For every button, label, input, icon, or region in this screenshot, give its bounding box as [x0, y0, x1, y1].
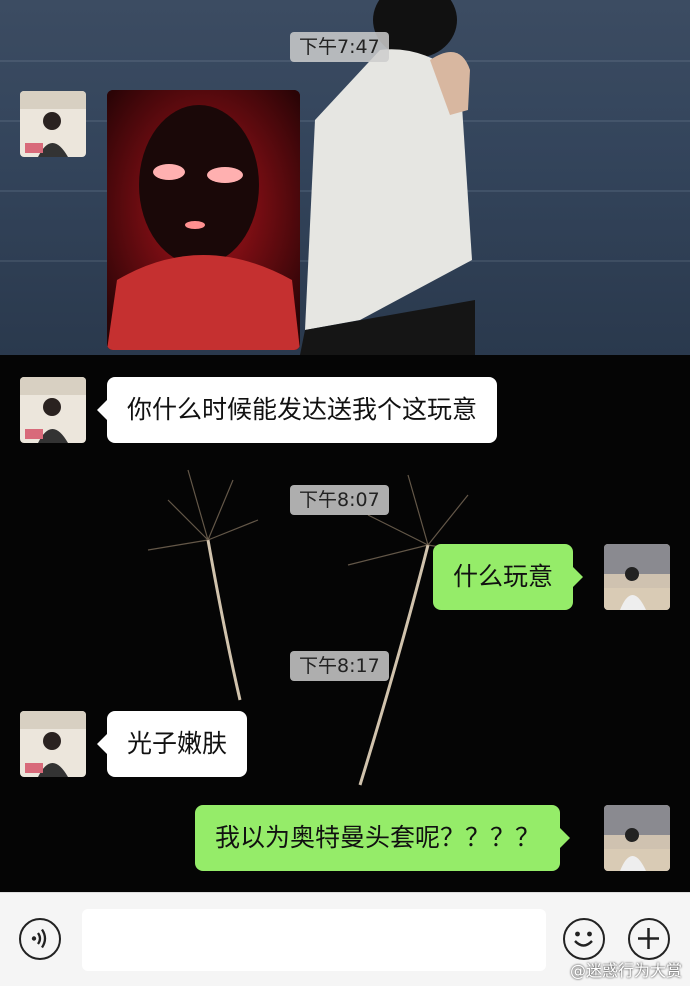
- watermark: @迷惑行为大赏: [569, 961, 682, 980]
- voice-icon: [31, 928, 47, 949]
- sent-message-bubble[interactable]: 我以为奥特曼头套呢？？？？: [195, 805, 571, 871]
- user-avatar-image: [604, 805, 670, 871]
- plus-icon: [638, 928, 659, 949]
- message-input[interactable]: [82, 909, 546, 971]
- image-message[interactable]: [107, 90, 300, 350]
- contact-avatar[interactable]: [20, 91, 86, 157]
- user-avatar[interactable]: [604, 544, 670, 610]
- timestamp: 下午8:07: [290, 485, 389, 515]
- sent-message-bubble[interactable]: 什么玩意: [433, 544, 584, 610]
- plus-button[interactable]: [628, 918, 670, 960]
- emoji-icon: [574, 931, 593, 947]
- received-message-bubble[interactable]: 你什么时候能发达送我个这玩意: [96, 377, 498, 443]
- timestamp: 下午7:47: [290, 32, 389, 62]
- contact-avatar[interactable]: [20, 377, 86, 443]
- contact-avatar[interactable]: [20, 711, 86, 777]
- timestamp: 下午8:17: [290, 651, 389, 681]
- user-avatar-image: [604, 544, 670, 610]
- contact-avatar-image: [20, 91, 86, 157]
- emoji-button[interactable]: [563, 918, 605, 960]
- contact-avatar-image: [20, 711, 86, 777]
- received-message-bubble[interactable]: 光子嫩肤: [96, 711, 248, 777]
- light-mask-photo: [107, 90, 300, 350]
- user-avatar[interactable]: [604, 805, 670, 871]
- voice-input-button[interactable]: [19, 918, 61, 960]
- contact-avatar-image: [20, 377, 86, 443]
